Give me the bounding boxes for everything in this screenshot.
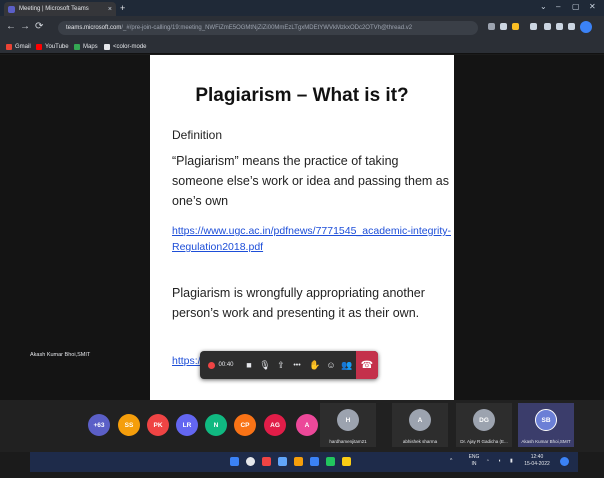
slide-link[interactable]: https://www.ugc.ac.in/pdfnews/7771545_ac… (172, 223, 452, 255)
language-indicator[interactable]: ENG IN (468, 454, 480, 468)
tab-title: Meeting | Microsoft Teams (19, 6, 89, 12)
slide-definition-heading: Definition (172, 128, 223, 142)
gmail-icon (6, 44, 12, 50)
maximize-icon[interactable]: ▢ (572, 1, 580, 13)
participant-name: Akash Kumar Bhoi,SMIT (521, 439, 571, 444)
task-view-icon[interactable] (278, 457, 287, 466)
meeting-stage: Plagiarism – What is it? Definition “Pla… (0, 55, 604, 400)
raise-hand-icon[interactable]: ✋ (308, 351, 322, 379)
windows-start-icon[interactable] (230, 457, 239, 466)
hang-up-button[interactable]: ☎ (356, 351, 378, 379)
forward-icon[interactable]: → (20, 21, 30, 33)
participant-avatar[interactable]: A (296, 414, 318, 436)
browser-tab[interactable]: Meeting | Microsoft Teams × (4, 2, 116, 16)
url-host: teams.microsoft.com (66, 25, 122, 31)
profile-avatar[interactable] (580, 21, 592, 33)
participant-avatar[interactable]: CP (234, 414, 256, 436)
window-icon[interactable] (568, 23, 575, 30)
more-options-button[interactable]: ••• (289, 351, 305, 379)
chrome-icon[interactable] (262, 457, 271, 466)
close-window-icon[interactable]: ✕ (589, 1, 596, 13)
participant-tile[interactable]: A abhishek sharma (392, 403, 448, 447)
participant-name: hardhamenjitam21 (329, 439, 367, 444)
teams-favicon-icon (8, 5, 15, 13)
battery-icon[interactable]: ▮ (510, 458, 513, 465)
url-field[interactable]: teams.microsoft.com/_#/pre-join-calling/… (58, 21, 478, 35)
slide-link-partial[interactable]: https:// (172, 355, 204, 367)
minimize-icon[interactable]: – (556, 1, 560, 13)
recording-indicator: 00:40 (204, 351, 238, 379)
sidebar-icon[interactable] (544, 23, 551, 30)
puzzle-icon[interactable] (530, 23, 537, 30)
call-timer: 00:40 (218, 362, 234, 368)
star-icon[interactable] (512, 23, 519, 30)
bookmark-icon (104, 44, 110, 50)
bookmark-youtube[interactable]: YouTube (36, 42, 69, 52)
reactions-icon[interactable]: ☺ (324, 351, 338, 379)
app-icon[interactable] (342, 457, 351, 466)
participant-avatar[interactable]: SS (118, 414, 140, 436)
share-icon[interactable] (500, 23, 507, 30)
volume-icon[interactable]: ◖ (498, 458, 501, 465)
shared-slide: Plagiarism – What is it? Definition “Pla… (150, 55, 454, 400)
maps-icon (74, 44, 80, 50)
tab-close-icon[interactable]: × (108, 6, 112, 13)
bookmark-maps[interactable]: Maps (74, 42, 98, 52)
slide-statement: Plagiarism is wrongfully appropriating a… (172, 286, 425, 320)
camera-icon[interactable]: ■ (242, 351, 256, 379)
chevron-down-icon[interactable]: ⌄ (540, 1, 547, 13)
overflow-participants[interactable]: +63 (88, 414, 110, 436)
media-icon[interactable] (556, 23, 563, 30)
record-icon (208, 361, 216, 369)
new-tab-button[interactable]: + (120, 2, 125, 14)
page-margin (0, 478, 604, 490)
notification-icon[interactable] (560, 457, 569, 466)
participant-avatar: SB (535, 409, 557, 431)
share-screen-icon[interactable]: ⇪ (274, 351, 288, 379)
clock-time: 12:40 (530, 454, 544, 460)
participant-avatar: H (337, 409, 359, 431)
participants-icon[interactable]: 👥 (340, 351, 354, 379)
app-icon[interactable] (326, 457, 335, 466)
wifi-icon[interactable]: ◔ (486, 458, 489, 465)
url-path: /_#/pre-join-calling/19:meeting_NWFiZmE5… (121, 25, 413, 31)
participant-avatar[interactable]: PK (147, 414, 169, 436)
youtube-icon (36, 44, 42, 50)
participant-avatar: DG (473, 409, 495, 431)
bookmark-gmail[interactable]: Gmail (6, 42, 31, 52)
participant-tile[interactable]: H hardhamenjitam21 (320, 403, 376, 447)
participant-avatar[interactable]: AG (264, 414, 286, 436)
participant-avatar[interactable]: LR (176, 414, 198, 436)
browser-tab-bar: Meeting | Microsoft Teams × + ⌄ – ▢ ✕ (0, 0, 604, 16)
clock[interactable]: 12:40 15-04-2022 (520, 454, 554, 468)
presenter-label: Akash Kumar Bhoi,SMIT (30, 352, 91, 358)
address-bar-row: ← → ⟳ teams.microsoft.com/_#/pre-join-ca… (0, 16, 604, 40)
participant-avatar[interactable]: N (205, 414, 227, 436)
participant-name: abhishek sharma (402, 439, 438, 444)
slide-definition-text: “Plagiarism” means the practice of takin… (172, 154, 450, 208)
back-icon[interactable]: ← (6, 21, 16, 33)
bookmark-color-mode[interactable]: <color-mode (104, 42, 147, 52)
participant-tile[interactable]: SB Akash Kumar Bhoi,SMIT (518, 403, 574, 447)
meeting-toolbar: 00:40 ■ 🎙 ⇪ ••• ✋ ☺ 👥 ☎ (200, 351, 378, 379)
participant-name: Dr. Ajay R Gadicha (E... (460, 439, 508, 444)
bookmarks-bar: Gmail YouTube Maps <color-mode (0, 40, 604, 54)
slide-title: Plagiarism – What is it? (195, 85, 409, 106)
mic-off-icon[interactable]: 🎙 (258, 351, 272, 379)
store-icon[interactable] (310, 457, 319, 466)
file-explorer-icon[interactable] (294, 457, 303, 466)
screen: Meeting | Microsoft Teams × + ⌄ – ▢ ✕ ← … (0, 0, 604, 490)
tray-chevron-icon[interactable]: ^ (450, 458, 452, 465)
extension-icon[interactable] (488, 23, 495, 30)
reload-icon[interactable]: ⟳ (35, 21, 43, 33)
participant-avatar: A (409, 409, 431, 431)
windows-taskbar: ^ ENG IN ◔ ◖ ▮ 12:40 15-04-2022 (30, 452, 578, 472)
participant-tile[interactable]: DG Dr. Ajay R Gadicha (E... (456, 403, 512, 447)
clock-date: 15-04-2022 (524, 461, 550, 467)
search-icon[interactable] (246, 457, 255, 466)
